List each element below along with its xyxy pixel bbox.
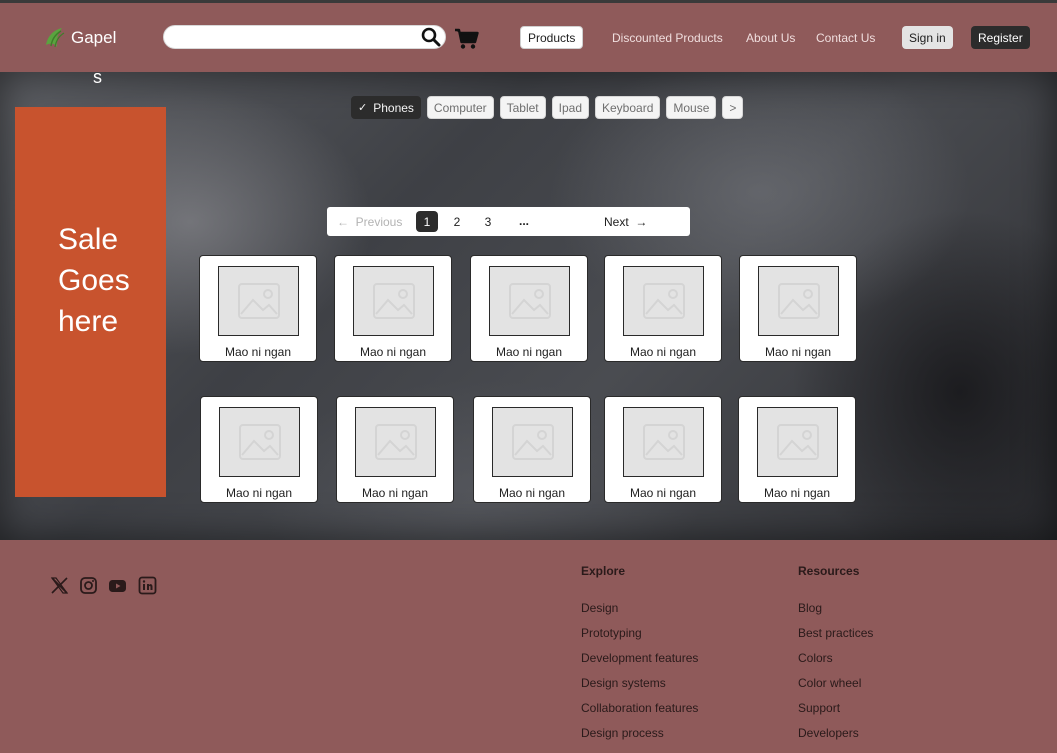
product-name: Mao ni ngan bbox=[359, 345, 427, 359]
footer-link[interactable]: Colors bbox=[798, 651, 833, 665]
category-chip-tablet[interactable]: Tablet bbox=[499, 96, 546, 119]
product-card[interactable]: Mao ni ngan bbox=[604, 396, 722, 503]
image-placeholder-icon bbox=[218, 266, 299, 336]
footer-link[interactable]: Best practices bbox=[798, 626, 873, 640]
product-card[interactable]: Mao ni ngan bbox=[473, 396, 591, 503]
footer-resources-title: Resources bbox=[798, 564, 860, 578]
footer-link[interactable]: Development features bbox=[581, 651, 698, 665]
product-card[interactable]: Mao ni ngan bbox=[470, 255, 588, 362]
product-card[interactable]: Mao ni ngan bbox=[739, 255, 857, 362]
footer-link[interactable]: Design process bbox=[581, 726, 664, 740]
logo-text: Gapel bbox=[71, 28, 117, 47]
footer-link[interactable]: Design bbox=[581, 601, 618, 615]
nav-discounted-products-link[interactable]: Discounted Products bbox=[612, 31, 723, 45]
footer-link[interactable]: Color wheel bbox=[798, 676, 861, 690]
arrow-right-icon: → bbox=[635, 215, 648, 229]
product-name: Mao ni ngan bbox=[629, 486, 697, 500]
logo[interactable]: Gapel bbox=[42, 25, 116, 51]
linkedin-icon[interactable] bbox=[138, 576, 157, 595]
category-chip-ipad[interactable]: Ipad bbox=[551, 96, 589, 119]
pagination-previous-button[interactable]: ← Previous bbox=[337, 215, 402, 229]
pagination: ← Previous 1 2 3 ... Next → bbox=[327, 207, 690, 236]
site-footer: Explore Design Prototyping Development fea… bbox=[0, 540, 1057, 753]
pagination-next-label: Next bbox=[604, 215, 629, 229]
category-chip-mouse[interactable]: Mouse bbox=[666, 96, 717, 119]
pagination-page-3[interactable]: 3 bbox=[477, 211, 499, 232]
category-chip-phones[interactable]: ✓ Phones bbox=[351, 96, 421, 119]
footer-link[interactable]: Collaboration features bbox=[581, 701, 698, 715]
product-name: Mao ni ngan bbox=[498, 486, 566, 500]
sale-line: Goes bbox=[58, 264, 130, 297]
product-name: Mao ni ngan bbox=[763, 486, 831, 500]
image-placeholder-icon bbox=[353, 266, 434, 336]
image-placeholder-icon bbox=[355, 407, 436, 477]
search-input[interactable] bbox=[163, 25, 446, 49]
image-placeholder-icon bbox=[757, 407, 838, 477]
pagination-previous-label: Previous bbox=[355, 215, 403, 229]
footer-explore-title: Explore bbox=[581, 564, 626, 578]
arrow-left-icon: ← bbox=[337, 215, 349, 229]
leaf-logo-icon bbox=[46, 28, 65, 48]
category-chip-computer[interactable]: Computer bbox=[426, 96, 494, 119]
image-placeholder-icon bbox=[758, 266, 839, 336]
product-name: Mao ni ngan bbox=[361, 486, 429, 500]
sale-banner[interactable]: Sale Goes here bbox=[15, 107, 166, 497]
product-name: Mao ni ngan bbox=[224, 345, 292, 359]
footer-link[interactable]: Prototyping bbox=[581, 626, 642, 640]
category-chip-label: Phones bbox=[373, 100, 414, 115]
instagram-icon[interactable] bbox=[79, 576, 98, 595]
image-placeholder-icon bbox=[492, 407, 573, 477]
nav-contact-link[interactable]: Contact Us bbox=[816, 31, 875, 45]
nav-about-link[interactable]: About Us bbox=[746, 31, 795, 45]
search-icon[interactable] bbox=[421, 27, 441, 47]
sale-banner-text: Sale Goes here bbox=[58, 219, 130, 342]
product-card[interactable]: Mao ni ngan bbox=[604, 255, 722, 362]
product-name: Mao ni ngan bbox=[764, 345, 832, 359]
category-chip-keyboard[interactable]: Keyboard bbox=[595, 96, 661, 119]
product-card[interactable]: Mao ni ngan bbox=[199, 255, 317, 362]
category-chips: ✓ Phones Computer Tablet Ipad Keyboard M… bbox=[351, 96, 744, 119]
pagination-ellipsis: ... bbox=[519, 214, 530, 228]
product-card[interactable]: Mao ni ngan bbox=[334, 255, 452, 362]
pagination-next-button[interactable]: Next → bbox=[604, 215, 647, 229]
product-name: Mao ni ngan bbox=[495, 345, 563, 359]
product-name: Mao ni ngan bbox=[629, 345, 697, 359]
footer-link[interactable]: Design systems bbox=[581, 676, 666, 690]
category-more-button[interactable]: > bbox=[722, 96, 744, 119]
footer-link[interactable]: Developers bbox=[798, 726, 859, 740]
product-card[interactable]: Mao ni ngan bbox=[738, 396, 856, 503]
sale-line: here bbox=[58, 305, 119, 338]
site-header: Gapel Products Discounted Products About… bbox=[0, 3, 1057, 72]
sign-in-button[interactable]: Sign in bbox=[902, 26, 953, 49]
image-placeholder-icon bbox=[489, 266, 570, 336]
image-placeholder-icon bbox=[623, 407, 704, 477]
image-placeholder-icon bbox=[623, 266, 704, 336]
image-placeholder-icon bbox=[219, 407, 300, 477]
footer-link[interactable]: Support bbox=[798, 701, 840, 715]
sale-line: Sale bbox=[58, 223, 119, 256]
product-card[interactable]: Mao ni ngan bbox=[336, 396, 454, 503]
youtube-icon[interactable] bbox=[108, 576, 127, 595]
nav-products-button[interactable]: Products bbox=[520, 26, 584, 49]
check-icon: ✓ bbox=[358, 102, 368, 114]
product-card[interactable]: Mao ni ngan bbox=[200, 396, 318, 503]
pagination-page-1[interactable]: 1 bbox=[416, 211, 438, 232]
register-button[interactable]: Register bbox=[971, 26, 1030, 49]
footer-link[interactable]: Blog bbox=[798, 601, 822, 615]
product-name: Mao ni ngan bbox=[225, 486, 293, 500]
stray-text: s bbox=[93, 67, 102, 87]
pagination-page-2[interactable]: 2 bbox=[446, 211, 468, 232]
x-icon[interactable] bbox=[50, 576, 69, 595]
cart-icon[interactable] bbox=[454, 28, 479, 50]
